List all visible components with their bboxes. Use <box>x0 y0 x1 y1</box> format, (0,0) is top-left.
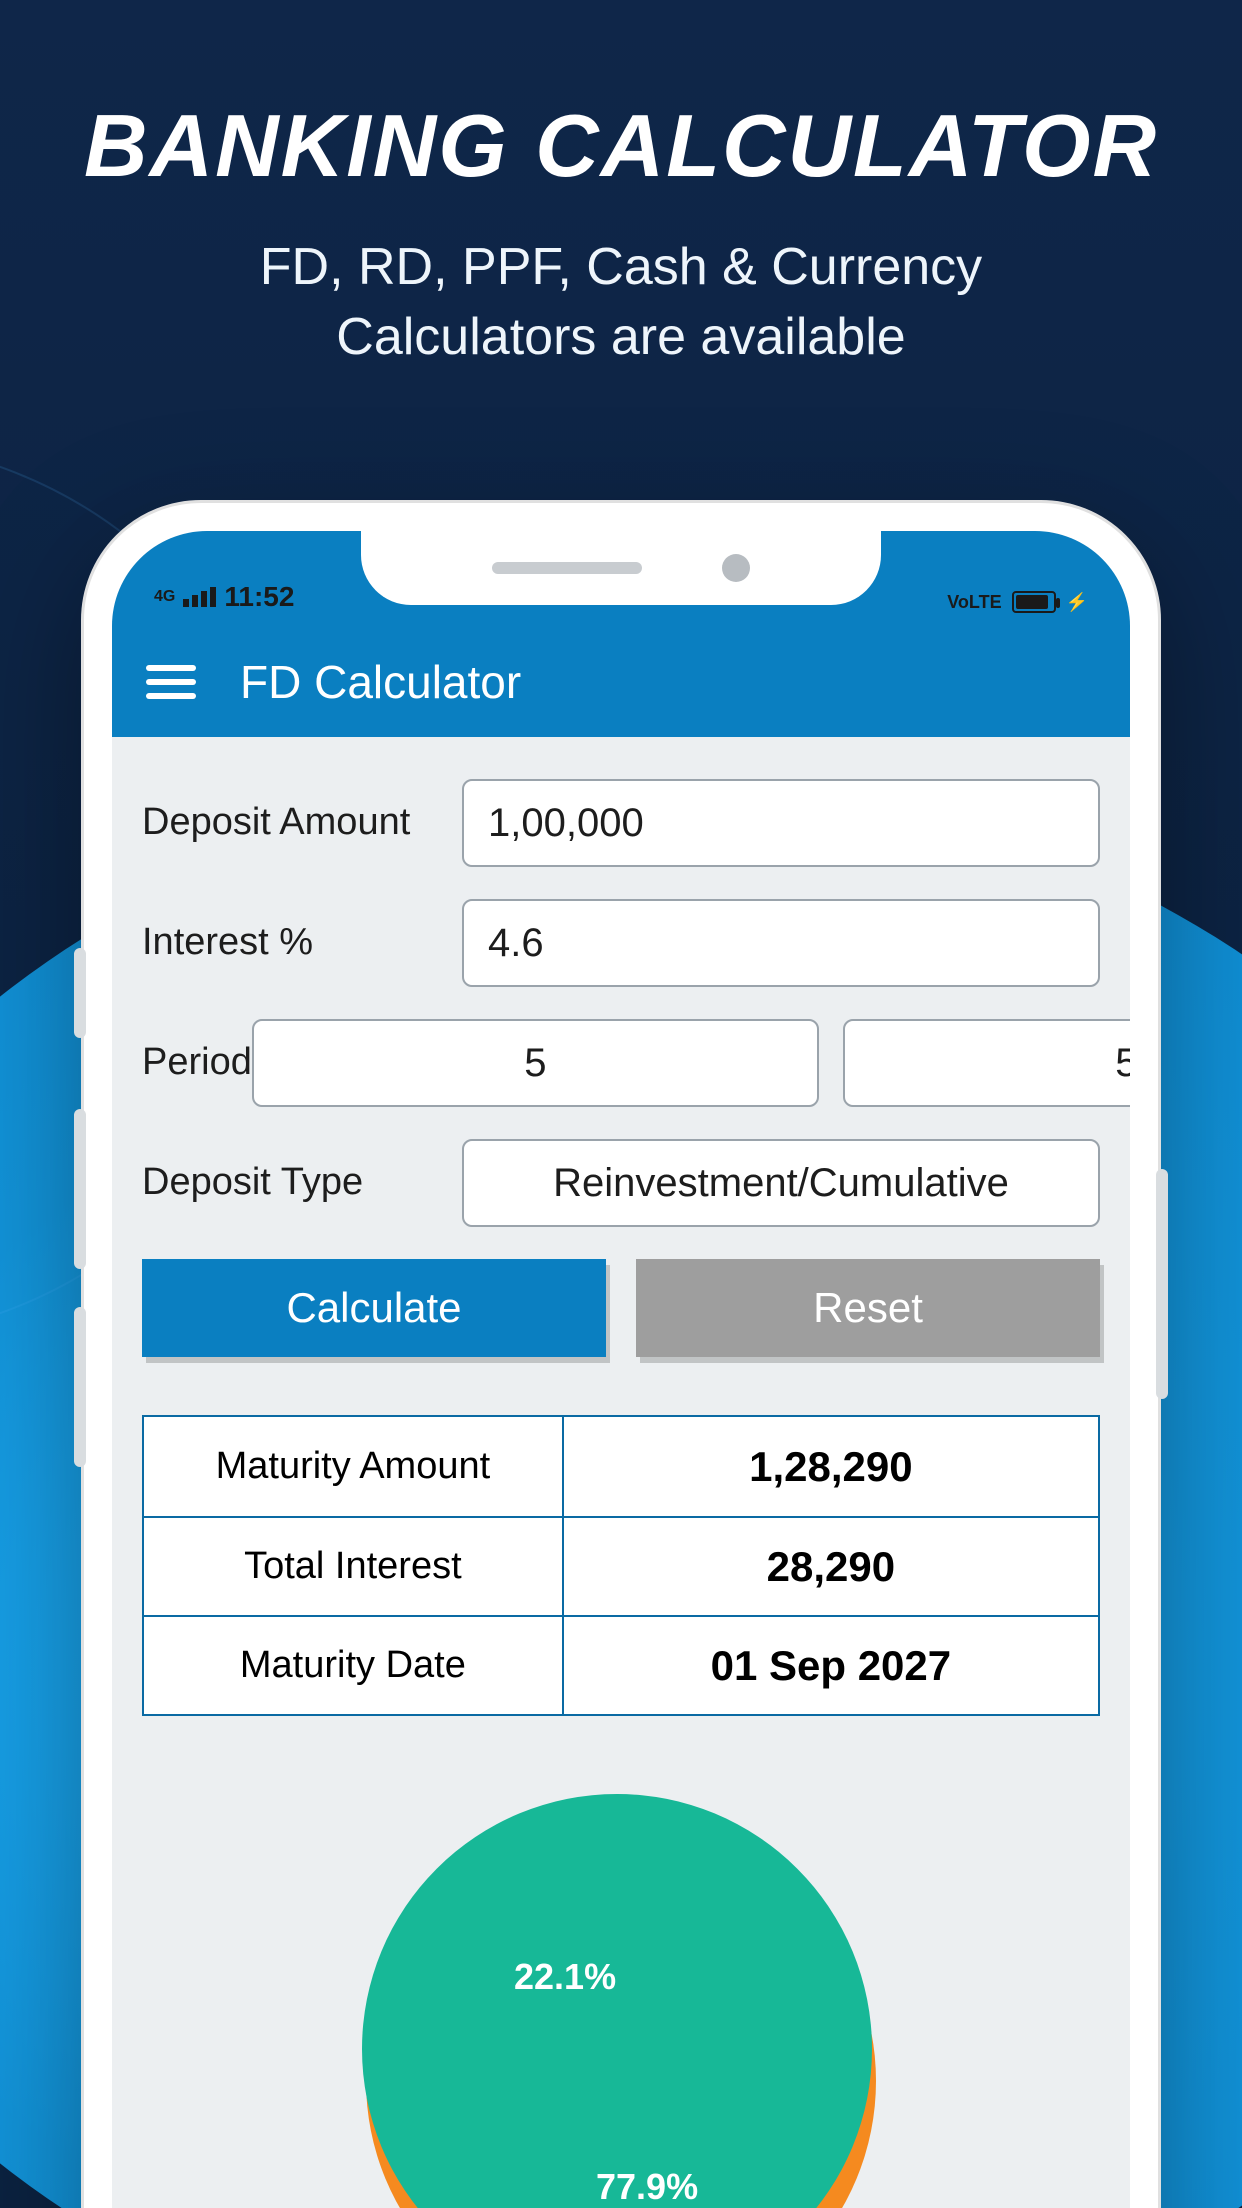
total-interest-label: Total Interest <box>144 1518 564 1615</box>
phone-side-button <box>74 948 86 1038</box>
promo-subtitle: FD, RD, PPF, Cash & Currency Calculators… <box>0 232 1242 372</box>
phone-notch <box>361 531 881 605</box>
pie-chart: 22.1% 77.9% <box>366 1826 876 2208</box>
promo-title: BANKING CALCULATOR <box>0 95 1242 197</box>
interest-label: Interest % <box>142 920 462 966</box>
period-label: Period <box>142 1040 252 1086</box>
charging-icon: ⚡ <box>1066 592 1088 613</box>
total-interest-value: 28,290 <box>564 1543 1098 1591</box>
pie-slice-interest <box>362 1794 872 2208</box>
interest-input[interactable] <box>462 899 1100 987</box>
table-row: Total Interest 28,290 <box>144 1516 1098 1615</box>
results-table: Maturity Amount 1,28,290 Total Interest … <box>142 1415 1100 1716</box>
pie-interest-label: 22.1% <box>514 1956 616 1998</box>
maturity-date-value: 01 Sep 2027 <box>564 1642 1098 1690</box>
maturity-amount-label: Maturity Amount <box>144 1417 564 1516</box>
period-months-input[interactable] <box>843 1019 1130 1107</box>
pie-principal-label: 77.9% <box>596 2166 698 2208</box>
phone-side-button <box>74 1307 86 1467</box>
maturity-date-label: Maturity Date <box>144 1617 564 1714</box>
menu-icon[interactable] <box>146 665 196 699</box>
table-row: Maturity Amount 1,28,290 <box>144 1417 1098 1516</box>
deposit-amount-label: Deposit Amount <box>142 800 462 846</box>
status-time: 11:52 <box>224 581 294 613</box>
deposit-type-select[interactable]: Reinvestment/Cumulative <box>462 1139 1100 1227</box>
period-years-input[interactable] <box>252 1019 819 1107</box>
reset-button[interactable]: Reset <box>636 1259 1100 1357</box>
phone-side-button <box>74 1109 86 1269</box>
table-row: Maturity Date 01 Sep 2027 <box>144 1615 1098 1714</box>
app-bar: FD Calculator <box>112 627 1130 737</box>
maturity-amount-value: 1,28,290 <box>564 1443 1098 1491</box>
battery-icon <box>1012 591 1056 613</box>
screen-title: FD Calculator <box>240 655 521 709</box>
phone-frame: 4G 11:52 VoLTE ⚡ FD Calculator Deposit A… <box>81 500 1161 2208</box>
deposit-amount-input[interactable] <box>462 779 1100 867</box>
phone-side-button <box>1156 1169 1168 1399</box>
signal-icon <box>183 587 216 607</box>
deposit-type-label: Deposit Type <box>142 1160 462 1206</box>
calculate-button[interactable]: Calculate <box>142 1259 606 1357</box>
